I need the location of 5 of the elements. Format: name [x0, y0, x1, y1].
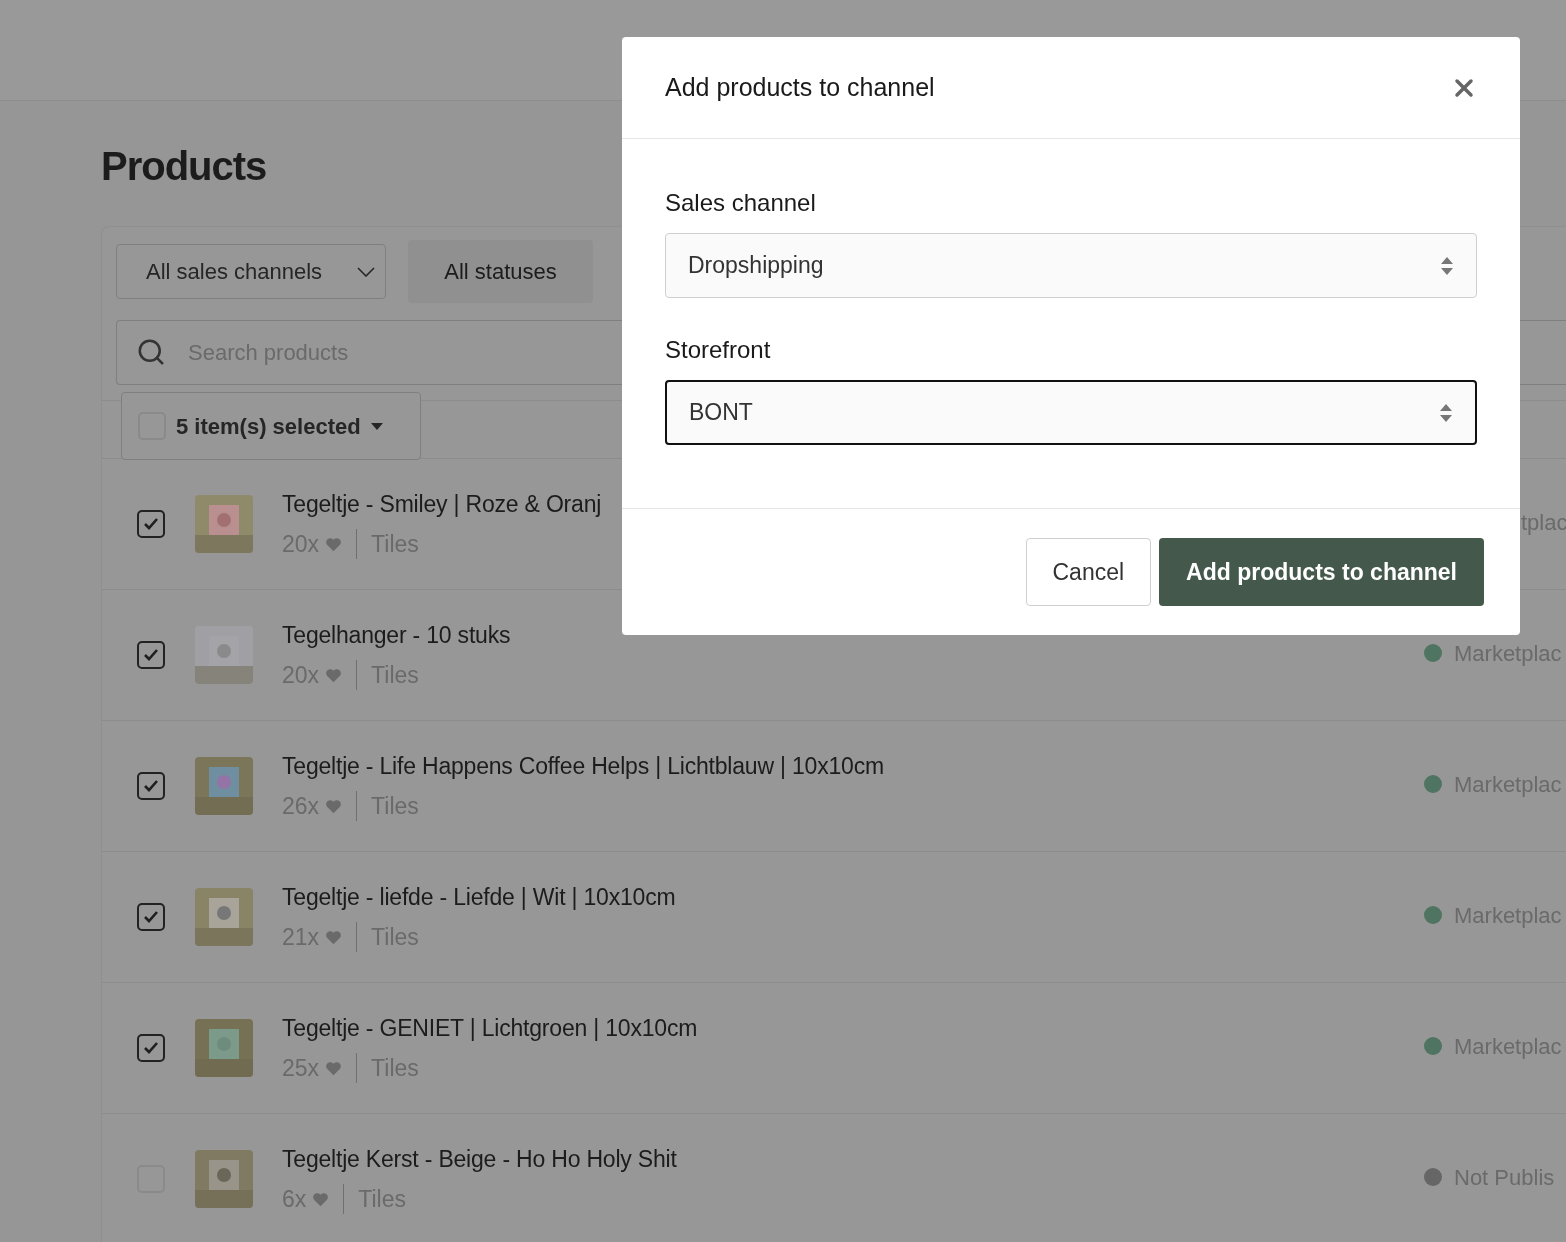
- field-label: Sales channel: [665, 188, 817, 218]
- modal-title: Add products to channel: [665, 71, 935, 103]
- field-label: Storefront: [665, 335, 772, 365]
- selection-count: 5 item(s) selected: [176, 412, 361, 441]
- page-title: Products: [101, 146, 268, 186]
